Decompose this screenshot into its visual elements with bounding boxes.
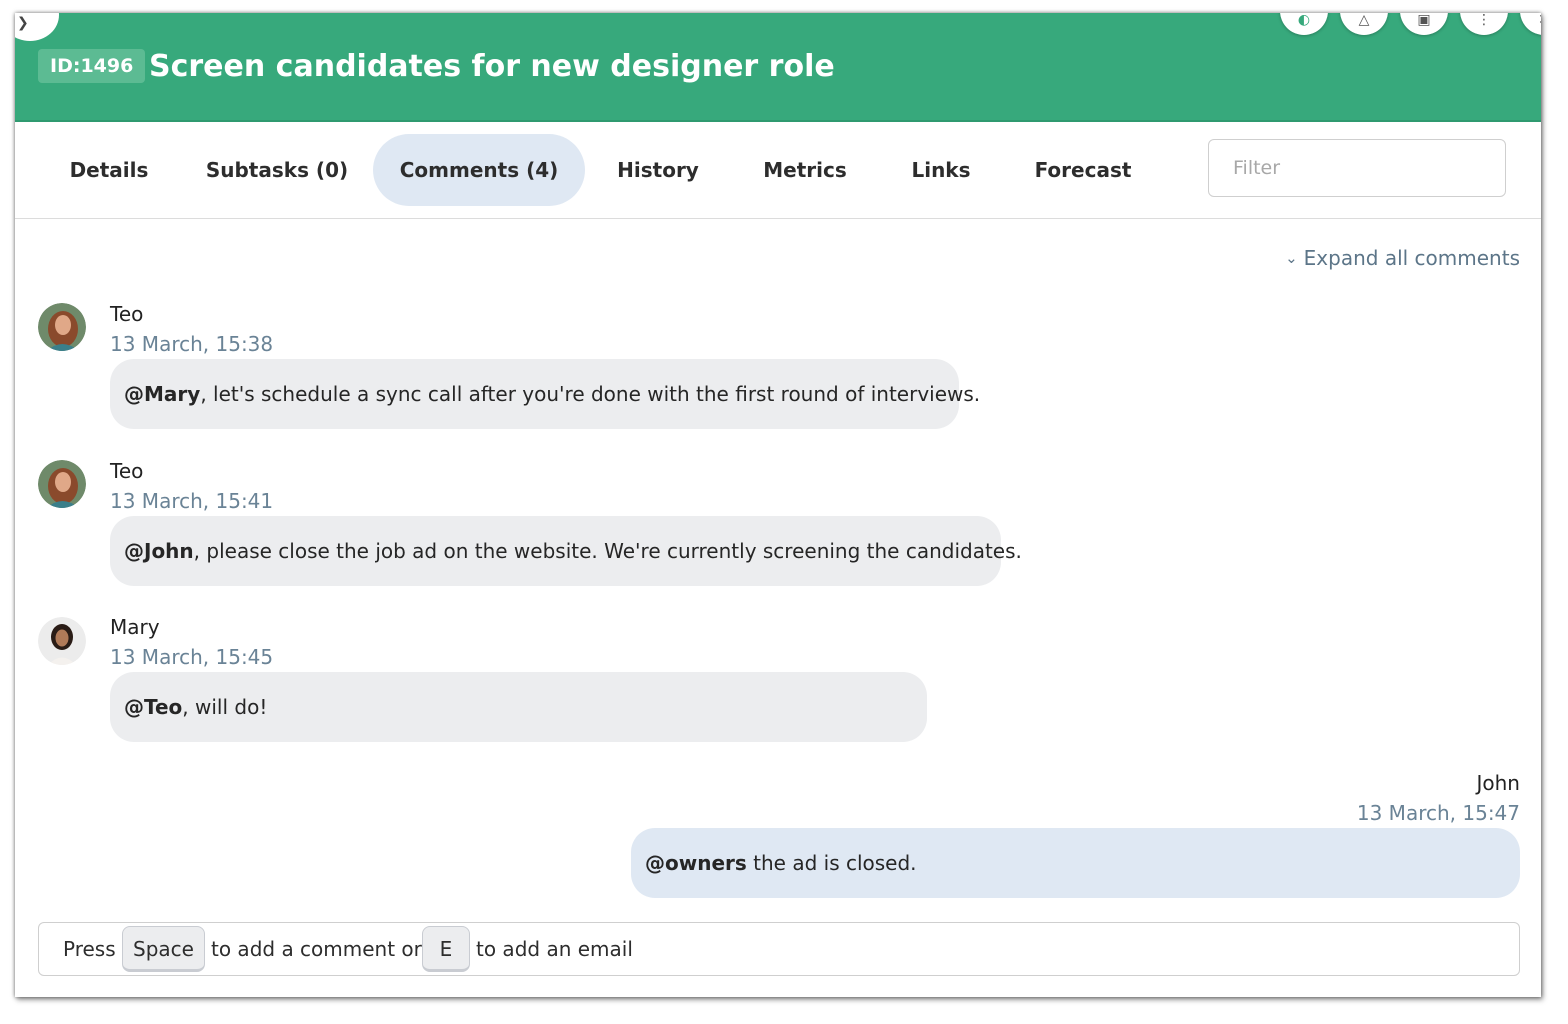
tab-links[interactable]: Links (901, 134, 981, 206)
task-id-badge: ID:1496 (38, 49, 146, 83)
avatar[interactable] (38, 303, 86, 351)
mention[interactable]: @Teo (124, 695, 182, 719)
comment-text: , please close the job ad on the website… (193, 539, 1022, 563)
comment-composer[interactable]: Press Space to add a comment or E to add… (38, 922, 1520, 976)
tab-subtasks[interactable]: Subtasks (0) (199, 134, 355, 206)
comment-timestamp: 13 March, 15:41 (110, 489, 274, 513)
composer-hint-press: Press (63, 937, 116, 961)
avatar-teo (38, 460, 86, 508)
composer-hint-middle: to add a comment or (211, 937, 422, 961)
comment-author: Teo (110, 459, 144, 483)
comment-timestamp: 13 March, 15:45 (110, 645, 274, 669)
comment-author: Teo (110, 302, 144, 326)
avatar-teo (38, 303, 86, 351)
space-key-hint: Space (122, 926, 205, 972)
close-icon: ✕ (1520, 13, 1541, 27)
mention[interactable]: @Mary (124, 382, 200, 406)
task-header: ❯ ID:1496 Screen candidates for new desi… (15, 13, 1541, 122)
comment-author: Mary (110, 615, 160, 639)
tab-metrics[interactable]: Metrics (749, 134, 861, 206)
close-button[interactable]: ✕ (1520, 13, 1541, 35)
avatar-mary (38, 617, 86, 665)
expand-all-label: Expand all comments (1303, 246, 1520, 270)
notifications-button[interactable]: △ (1340, 13, 1388, 35)
comment-timestamp: 13 March, 15:38 (110, 332, 274, 356)
task-title[interactable]: Screen candidates for new designer role (149, 47, 835, 87)
task-window: ❯ ID:1496 Screen candidates for new desi… (15, 13, 1541, 997)
filter-input[interactable] (1208, 139, 1506, 197)
comment-timestamp: 13 March, 15:47 (1356, 801, 1520, 825)
tab-forecast[interactable]: Forecast (1023, 134, 1143, 206)
comment-bubble[interactable]: @Teo, will do! (110, 672, 927, 742)
avatar[interactable] (38, 617, 86, 665)
more-icon: ⋮ (1477, 13, 1491, 28)
composer-hint-end: to add an email (476, 937, 633, 961)
tab-bar: Details Subtasks (0) Comments (4) Histor… (15, 121, 1541, 219)
mention[interactable]: @owners (645, 851, 747, 875)
e-key-hint: E (422, 926, 470, 972)
back-button[interactable]: ❯ (15, 13, 59, 41)
bell-icon: △ (1358, 13, 1370, 28)
comment-text: , will do! (182, 695, 268, 719)
comment-bubble[interactable]: @John, please close the job ad on the we… (110, 516, 1022, 586)
chevron-down-icon: ⌄ (1285, 249, 1298, 267)
tab-history[interactable]: History (605, 134, 711, 206)
archive-button[interactable]: ▣ (1400, 13, 1448, 35)
avatar[interactable] (38, 460, 86, 508)
comment-bubble[interactable]: @Mary, let's schedule a sync call after … (110, 359, 980, 429)
comment-author: John (1476, 771, 1521, 795)
tab-comments[interactable]: Comments (4) (373, 134, 585, 206)
own-comment-bubble[interactable]: @owners the ad is closed. (631, 828, 1520, 898)
mention[interactable]: @John (124, 539, 194, 563)
archive-icon: ▣ (1417, 13, 1431, 28)
palette-icon: ◐ (1297, 13, 1311, 28)
more-button[interactable]: ⋮ (1460, 13, 1508, 35)
expand-all-comments-link[interactable]: ⌄ Expand all comments (1285, 243, 1520, 275)
chevron-left-icon: ❯ (17, 15, 29, 31)
tab-details[interactable]: Details (53, 134, 165, 206)
comment-text: , let's schedule a sync call after you'r… (200, 382, 981, 406)
comment-text: the ad is closed. (746, 851, 917, 875)
color-button[interactable]: ◐ (1280, 13, 1328, 35)
